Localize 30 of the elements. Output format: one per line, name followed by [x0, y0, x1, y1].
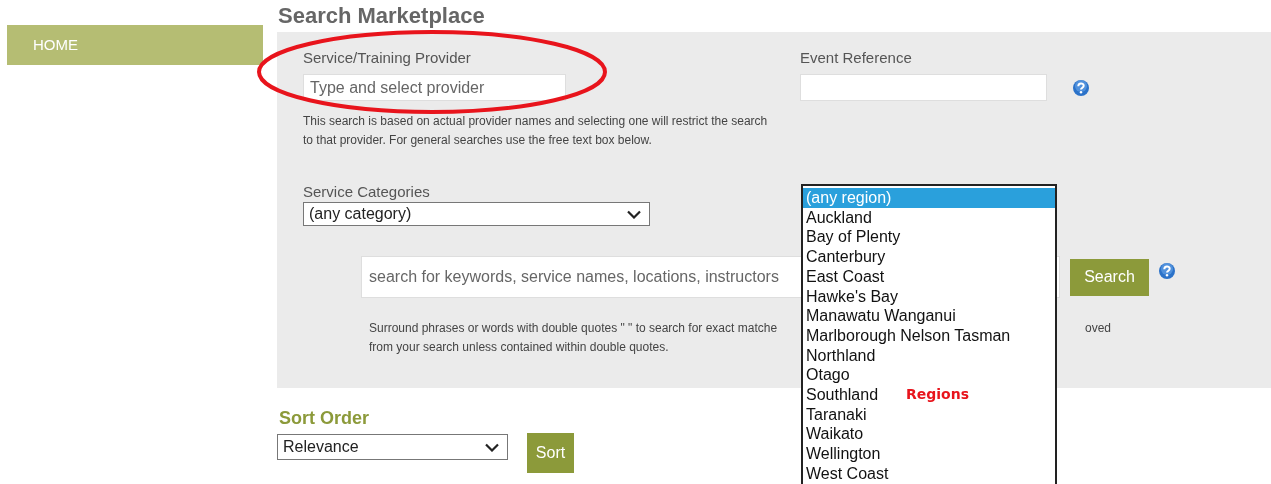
- help-text: from your search unless contained within double quotes.: [369, 339, 669, 356]
- page-title: Search Marketplace: [278, 3, 486, 29]
- event-reference-field[interactable]: [800, 74, 1047, 101]
- region-option[interactable]: East Coast: [803, 266, 885, 287]
- chevron-icon: [485, 442, 499, 452]
- help-icon[interactable]: [1072, 78, 1090, 97]
- help-text: Surround phrases or words with double quotes " " to search for exact matche: [369, 320, 778, 337]
- sort-order-heading: Sort Order: [279, 407, 370, 429]
- region-option[interactable]: Waikato: [803, 424, 864, 445]
- region-option[interactable]: Bay of Plenty: [803, 227, 901, 248]
- provider-field[interactable]: Type and select provider: [303, 74, 566, 101]
- region-option[interactable]: Southland: [803, 385, 879, 405]
- help-text: oved: [1085, 320, 1112, 337]
- chevron-icon: [627, 209, 641, 219]
- annotation-label: Regions: [906, 386, 969, 402]
- region-option[interactable]: Northland: [803, 345, 876, 366]
- sort-dropdown[interactable]: Relevance: [277, 434, 508, 460]
- category-dropdown[interactable]: (any category): [303, 202, 650, 226]
- region-option[interactable]: Wellington: [803, 444, 881, 464]
- region-option[interactable]: Auckland: [803, 207, 872, 228]
- field-label: Service Categories: [303, 182, 430, 202]
- region-option[interactable]: Otago: [803, 365, 850, 386]
- region-option[interactable]: Taranaki: [803, 404, 867, 425]
- help-icon[interactable]: [1158, 262, 1176, 280]
- region-option[interactable]: West Coast: [803, 463, 889, 484]
- help-text: This search is based on actual provider names and selecting one will restrict the search to that provider. For general searches use the free text box below.: [303, 113, 769, 149]
- region-option[interactable]: Marlborough Nelson Tasman: [803, 325, 1011, 346]
- field-label: Event Reference: [800, 48, 912, 68]
- field-label: Service/Training Provider: [303, 48, 471, 68]
- region-option[interactable]: Manawatu Wanganui: [803, 306, 956, 326]
